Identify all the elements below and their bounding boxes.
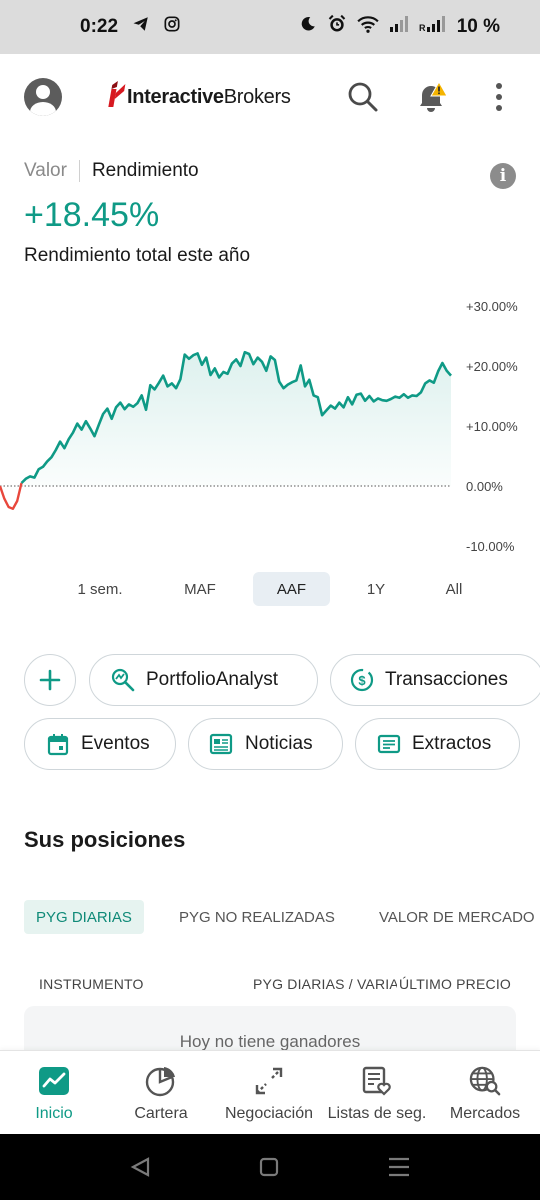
home-icon[interactable] xyxy=(259,1157,279,1177)
column-last-price[interactable]: ÚLTIMO PRECIO xyxy=(397,976,512,992)
wifi-icon xyxy=(357,15,379,39)
svg-text:R: R xyxy=(419,23,426,33)
tab-unrealized-pnl[interactable]: PYG NO REALIZADAS xyxy=(179,900,335,934)
return-line-negative xyxy=(0,482,23,511)
trade-arrows-icon xyxy=(253,1065,285,1097)
performance-chart[interactable]: +30.00% +20.00% +10.00% 0.00% -10.00% xyxy=(0,290,540,560)
nav-trade[interactable]: Negociación xyxy=(215,1051,323,1135)
interactive-brokers-logo: Interactive Brokers xyxy=(105,80,291,114)
total-return-label: Rendimiento total este año xyxy=(24,245,251,266)
transactions-icon: $ xyxy=(349,667,375,693)
ib-logo-mark xyxy=(105,80,127,114)
logo-text-bold: Interactive xyxy=(127,85,224,108)
tab-daily-pnl[interactable]: PYG DIARIAS xyxy=(24,900,144,934)
range-tab-all[interactable]: All xyxy=(414,572,494,606)
transactions-label: Transacciones xyxy=(385,669,508,690)
range-tab-ytd[interactable]: AAF xyxy=(253,572,330,606)
home-chart-icon xyxy=(38,1065,70,1097)
newspaper-icon xyxy=(209,731,235,757)
info-icon[interactable]: i xyxy=(490,163,516,189)
empty-positions-message: Hoy no tiene ganadores xyxy=(179,1032,361,1051)
back-icon[interactable] xyxy=(130,1157,150,1177)
time-range-selector: 1 sem. MAF AAF 1Y All xyxy=(0,572,540,606)
performance-toggle: Valor Rendimiento xyxy=(24,160,199,182)
pie-chart-icon xyxy=(145,1065,177,1097)
y-tick-label: +10.00% xyxy=(466,419,518,434)
y-tick-label: -10.00% xyxy=(466,539,515,554)
positions-title: Sus posiciones xyxy=(24,827,186,852)
avatar-icon[interactable] xyxy=(24,78,62,116)
globe-search-icon xyxy=(469,1065,501,1097)
status-bar: 0:22 R 10 % xyxy=(0,0,540,54)
tab-market-value[interactable]: VALOR DE MERCADO xyxy=(379,900,535,934)
instagram-icon xyxy=(164,16,180,38)
nav-markets-label: Mercados xyxy=(449,1105,521,1122)
portfolioanalyst-button[interactable]: PortfolioAnalyst xyxy=(89,654,318,706)
statements-label: Extractos xyxy=(412,733,492,754)
statement-icon xyxy=(376,731,402,757)
moon-icon xyxy=(299,15,317,39)
status-time: 0:22 xyxy=(80,16,119,37)
alarm-icon xyxy=(327,14,347,40)
telegram-icon xyxy=(132,15,150,39)
add-shortcut-button[interactable] xyxy=(24,654,76,706)
plus-icon xyxy=(39,669,61,691)
bell-alert-icon[interactable] xyxy=(414,80,448,114)
nav-portfolio-label: Cartera xyxy=(134,1105,188,1122)
nav-watchlists-label: Listas de seg. xyxy=(327,1105,427,1122)
watchlist-icon xyxy=(361,1065,393,1097)
y-tick-label: 0.00% xyxy=(466,479,503,494)
statements-button[interactable]: Extractos xyxy=(355,718,520,770)
search-icon[interactable] xyxy=(346,80,380,114)
y-tick-label: +30.00% xyxy=(466,299,518,314)
nav-home[interactable]: Inicio xyxy=(0,1051,108,1135)
bottom-navigation: Inicio Cartera Negociación Listas de seg… xyxy=(0,1050,540,1134)
system-navigation-bar xyxy=(0,1134,540,1200)
transactions-button[interactable]: $ Transacciones xyxy=(330,654,540,706)
range-tab-1y[interactable]: 1Y xyxy=(336,572,416,606)
positions-tabs: PYG DIARIAS PYG NO REALIZADAS VALOR DE M… xyxy=(24,900,540,934)
svg-text:$: $ xyxy=(358,673,366,688)
logo-text-regular: Brokers xyxy=(223,85,291,108)
news-label: Noticias xyxy=(245,733,313,754)
nav-trade-label: Negociación xyxy=(224,1105,314,1122)
tab-rendimiento[interactable]: Rendimiento xyxy=(80,160,199,182)
range-tab-1w[interactable]: 1 sem. xyxy=(52,572,148,606)
portfolio-analyst-icon xyxy=(110,667,136,693)
more-vert-icon[interactable] xyxy=(482,80,516,114)
signal-icon xyxy=(389,15,409,39)
nav-portfolio[interactable]: Cartera xyxy=(107,1051,215,1135)
tab-valor[interactable]: Valor xyxy=(24,160,80,182)
y-tick-label: +20.00% xyxy=(466,359,518,374)
events-label: Eventos xyxy=(81,733,150,754)
range-tab-mtd[interactable]: MAF xyxy=(152,572,248,606)
battery-level: 10 % xyxy=(456,16,500,37)
column-instrument[interactable]: INSTRUMENTO xyxy=(39,976,144,992)
total-return-value: +18.45% xyxy=(24,196,160,234)
calendar-icon xyxy=(45,731,71,757)
nav-markets[interactable]: Mercados xyxy=(431,1051,539,1135)
events-button[interactable]: Eventos xyxy=(24,718,176,770)
portfolioanalyst-label: PortfolioAnalyst xyxy=(146,669,279,690)
recents-icon[interactable] xyxy=(389,1157,409,1177)
signal-icon-2: R xyxy=(419,15,447,39)
nav-watchlists[interactable]: Listas de seg. xyxy=(323,1051,431,1135)
nav-home-label: Inicio xyxy=(35,1105,73,1122)
news-button[interactable]: Noticias xyxy=(188,718,343,770)
app-header: Interactive Brokers xyxy=(0,54,540,140)
